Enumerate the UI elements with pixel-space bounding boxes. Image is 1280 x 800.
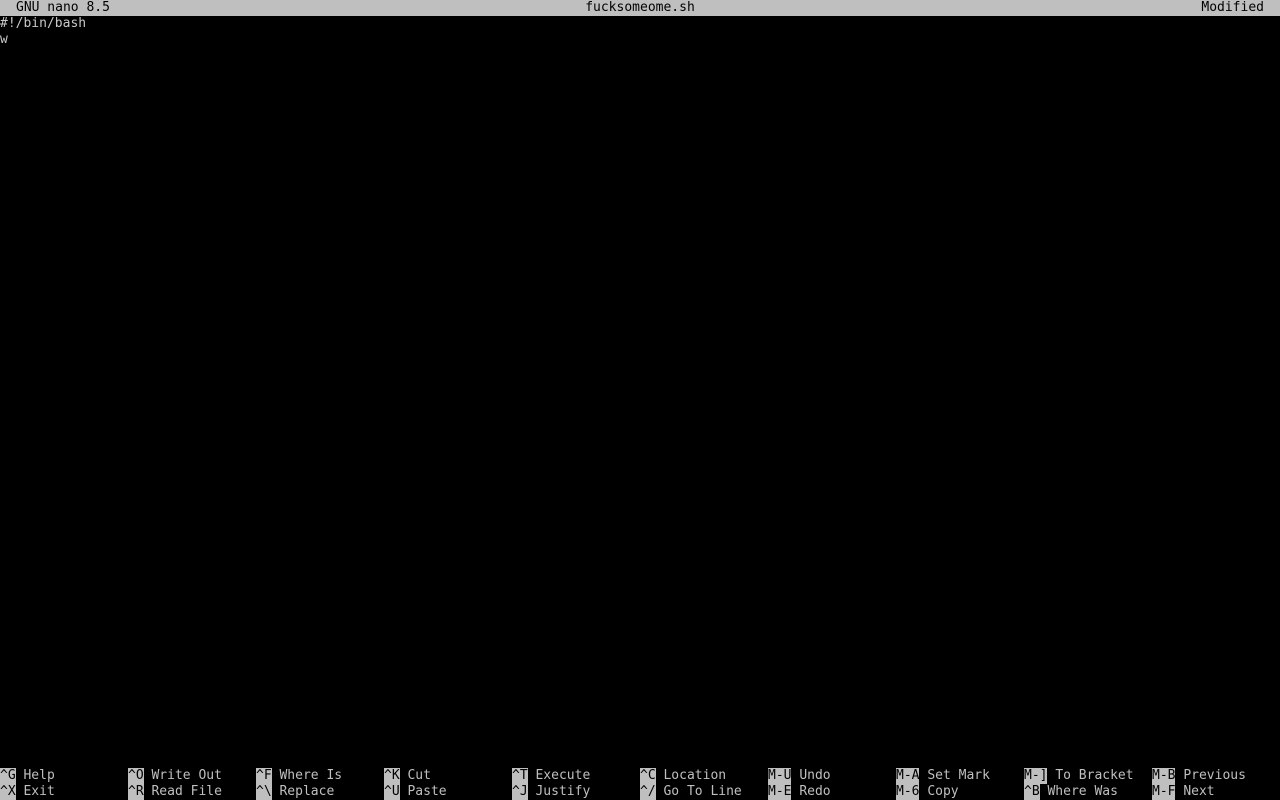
shortcut-key: ^O — [128, 768, 144, 784]
shortcut-undo[interactable]: M-U Undo — [768, 768, 831, 784]
shortcut-next[interactable]: M-F Next — [1152, 784, 1215, 800]
shortcut-write-out[interactable]: ^O Write Out — [128, 768, 222, 784]
shortcut-cut[interactable]: ^K Cut — [384, 768, 431, 784]
shortcut-label: Read File — [151, 784, 222, 799]
shortcut-label: Replace — [279, 784, 335, 799]
editor-line-text: #!/bin/bash — [0, 16, 87, 31]
shortcut-label: Where Is — [279, 768, 343, 783]
shortcut-label: Cut — [407, 768, 431, 783]
shortcut-where-was[interactable]: ^B Where Was — [1024, 784, 1118, 800]
shortcut-label: Set Mark — [927, 768, 990, 783]
text-cursor — [8, 32, 16, 48]
shortcut-key: ^\ — [256, 784, 272, 800]
title-bar: GNU nano 8.5 fucksomeome.sh Modified — [0, 0, 1280, 16]
shortcut-key: M-6 — [896, 784, 920, 800]
text-editor-area[interactable]: #!/bin/bash w — [0, 16, 1280, 752]
shortcut-go-to-line[interactable]: ^/ Go To Line — [640, 784, 742, 800]
shortcut-key: ^G — [0, 768, 16, 784]
shortcut-row-1: ^G Help ^O Write Out ^F Where Is ^K Cut … — [0, 768, 1280, 784]
shortcut-key: ^U — [384, 784, 400, 800]
shortcut-bar: ^G Help ^O Write Out ^F Where Is ^K Cut … — [0, 768, 1280, 800]
shortcut-key: ^B — [1024, 784, 1040, 800]
shortcut-label: Exit — [23, 784, 55, 799]
shortcut-label: Redo — [799, 784, 831, 799]
shortcut-read-file[interactable]: ^R Read File — [128, 784, 222, 800]
shortcut-label: Execute — [535, 768, 591, 783]
shortcut-key: ^J — [512, 784, 528, 800]
shortcut-key: M-F — [1152, 784, 1176, 800]
shortcut-key: M-E — [768, 784, 792, 800]
shortcut-redo[interactable]: M-E Redo — [768, 784, 831, 800]
shortcut-label: Where Was — [1047, 784, 1118, 799]
shortcut-key: ^R — [128, 784, 144, 800]
shortcut-where-is[interactable]: ^F Where Is — [256, 768, 342, 784]
shortcut-justify[interactable]: ^J Justify — [512, 784, 590, 800]
shortcut-exit[interactable]: ^X Exit — [0, 784, 55, 800]
shortcut-key: ^X — [0, 784, 16, 800]
shortcut-key: M-A — [896, 768, 920, 784]
shortcut-key: ^F — [256, 768, 272, 784]
modified-indicator: Modified — [1201, 0, 1264, 15]
shortcut-label: Justify — [535, 784, 591, 799]
shortcut-set-mark[interactable]: M-A Set Mark — [896, 768, 990, 784]
shortcut-key: M-B — [1152, 768, 1176, 784]
shortcut-label: Location — [663, 768, 727, 783]
shortcut-previous[interactable]: M-B Previous — [1152, 768, 1246, 784]
shortcut-label: Help — [23, 768, 55, 783]
shortcut-key: M-] — [1024, 768, 1048, 784]
shortcut-label: Undo — [799, 768, 831, 783]
shortcut-key: ^/ — [640, 784, 656, 800]
shortcut-copy[interactable]: M-6 Copy — [896, 784, 959, 800]
file-name: fucksomeome.sh — [585, 0, 695, 15]
shortcut-label: To Bracket — [1055, 768, 1134, 783]
shortcut-execute[interactable]: ^T Execute — [512, 768, 590, 784]
shortcut-label: Write Out — [151, 768, 222, 783]
editor-line-text: w — [0, 32, 8, 47]
shortcut-key: ^C — [640, 768, 656, 784]
shortcut-label: Copy — [927, 784, 959, 799]
shortcut-paste[interactable]: ^U Paste — [384, 784, 447, 800]
shortcut-location[interactable]: ^C Location — [640, 768, 726, 784]
shortcut-help[interactable]: ^G Help — [0, 768, 55, 784]
shortcut-label: Next — [1183, 784, 1215, 799]
shortcut-replace[interactable]: ^\ Replace — [256, 784, 334, 800]
shortcut-key: ^T — [512, 768, 528, 784]
shortcut-label: Paste — [407, 784, 447, 799]
shortcut-row-2: ^X Exit ^R Read File ^\ Replace ^U Paste… — [0, 784, 1280, 800]
editor-line[interactable]: #!/bin/bash — [0, 16, 1280, 32]
editor-line[interactable]: w — [0, 32, 1280, 48]
shortcut-label: Go To Line — [663, 784, 742, 799]
shortcut-key: M-U — [768, 768, 792, 784]
shortcut-label: Previous — [1183, 768, 1246, 783]
shortcut-to-bracket[interactable]: M-] To Bracket — [1024, 768, 1134, 784]
shortcut-key: ^K — [384, 768, 400, 784]
